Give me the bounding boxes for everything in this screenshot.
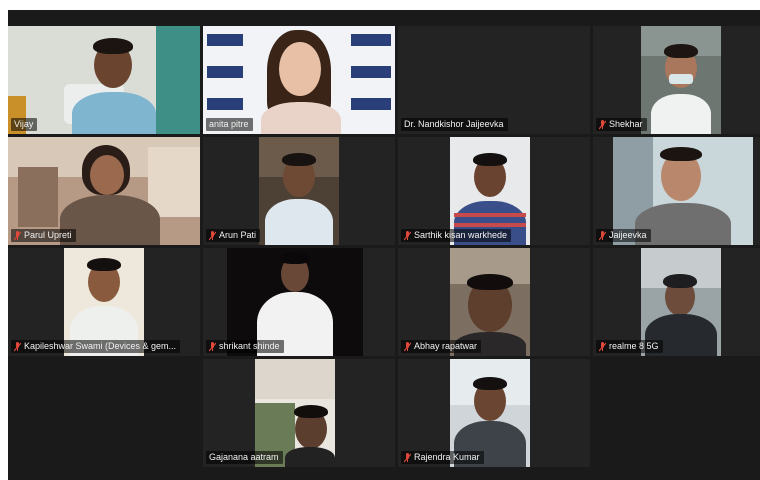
participant-name-tag: Arun Pati [206,229,261,242]
mic-muted-icon [599,119,606,130]
mic-muted-icon [404,341,411,352]
video-gallery: Vijay anita pitre Dr. Nandkishor Jaijeev… [8,10,760,480]
participant-name: Rajendra Kumar [414,452,480,462]
participant-name: Shekhar [609,119,643,129]
participant-video [259,137,339,245]
mic-muted-icon [599,230,606,241]
participant-tile[interactable]: shrikant shinde [203,248,395,356]
participant-name: shrikant shinde [219,341,280,351]
participant-name-tag: shrikant shinde [206,340,284,353]
participant-name-tag: Abhay rapatwar [401,340,482,353]
mic-muted-icon [14,230,21,241]
participant-tile[interactable]: Sarthik kisan warkhede [398,137,590,245]
participant-name: Jaijeevka [609,230,647,240]
participant-tile[interactable]: Shekhar [593,26,760,134]
participant-name-tag: anita pitre [206,118,253,131]
participant-name-tag: Vijay [11,118,38,131]
participant-name: Gajanana aatram [209,452,279,462]
participant-tile[interactable]: Arun Pati [203,137,395,245]
mic-muted-icon [209,341,216,352]
participant-name-tag: Sarthik kisan warkhede [401,229,512,242]
participant-name: Parul Upreti [24,230,72,240]
participant-tile[interactable]: Rajendra Kumar [398,359,590,467]
participant-tile[interactable]: Dr. Nandkishor Jaijeevka [398,26,590,134]
participant-name-tag: Kapileshwar Swami (Devices & gem... [11,340,181,353]
participant-name-tag: realme 8 5G [596,340,663,353]
participant-name-tag: Dr. Nandkishor Jaijeevka [401,118,508,131]
participant-name-tag: Rajendra Kumar [401,451,484,464]
participant-name-tag: Parul Upreti [11,229,76,242]
mic-muted-icon [404,230,411,241]
mic-muted-icon [404,452,411,463]
participant-tile[interactable]: Vijay [8,26,200,134]
participant-name: realme 8 5G [609,341,659,351]
participant-tile[interactable]: realme 8 5G [593,248,760,356]
participant-video [641,26,721,134]
mic-muted-icon [209,230,216,241]
mic-muted-icon [599,341,606,352]
participant-name: Dr. Nandkishor Jaijeevka [404,119,504,129]
participant-name: Sarthik kisan warkhede [414,230,508,240]
participant-tile[interactable]: Parul Upreti [8,137,200,245]
participant-tile[interactable]: Abhay rapatwar [398,248,590,356]
participant-name: Vijay [14,119,34,129]
participant-name-tag: Gajanana aatram [206,451,283,464]
participant-name: Abhay rapatwar [414,341,478,351]
mic-muted-icon [14,341,21,352]
participant-tile[interactable]: anita pitre [203,26,395,134]
participant-tile[interactable]: Kapileshwar Swami (Devices & gem... [8,248,200,356]
participant-name-tag: Jaijeevka [596,229,651,242]
participant-tile[interactable]: Gajanana aatram [203,359,395,467]
participant-name-tag: Shekhar [596,118,647,131]
participant-tile[interactable]: Jaijeevka [593,137,760,245]
participant-name: Kapileshwar Swami (Devices & gem... [24,341,177,351]
participant-name: anita pitre [209,119,249,129]
participant-name: Arun Pati [219,230,257,240]
